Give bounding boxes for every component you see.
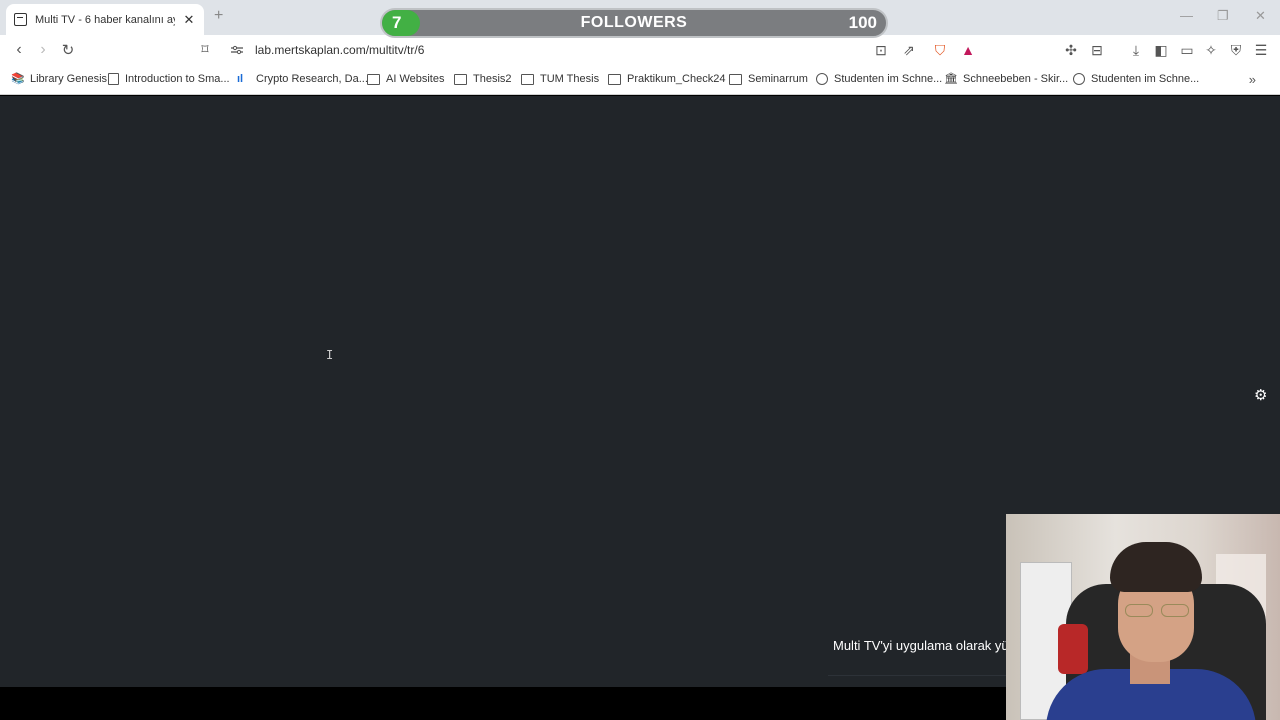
- minimize-icon[interactable]: —: [1180, 8, 1193, 23]
- book-icon: 📚: [11, 72, 25, 85]
- window-close-icon[interactable]: ✕: [1255, 8, 1266, 24]
- chart-icon: ıl: [237, 72, 244, 85]
- bookmark-label: Crypto Research, Da...: [256, 73, 368, 85]
- tab-close-icon[interactable]: ✕: [182, 12, 196, 28]
- folder-icon: [608, 73, 621, 85]
- bookmark-label: Studenten im Schne...: [1091, 73, 1200, 85]
- bookmark-label: Praktikum_Check24: [627, 73, 726, 85]
- bookmark-label: Thesis2: [473, 73, 512, 85]
- url-text: lab.mertskaplan.com/multitv/tr/6: [255, 43, 425, 57]
- extensions-icon[interactable]: ✣: [1063, 42, 1079, 58]
- building-icon: 🏛: [944, 72, 958, 85]
- address-bar[interactable]: lab.mertskaplan.com/multitv/tr/6: [222, 38, 984, 63]
- share-icon[interactable]: ⇗: [901, 42, 917, 58]
- bookmark-label: Library Genesis: [30, 73, 108, 85]
- bookmark-item[interactable]: TUM Thesis: [521, 73, 599, 85]
- settings-gear-icon[interactable]: ⚙: [1254, 386, 1267, 404]
- text-cursor-icon: I: [326, 348, 334, 362]
- webcam-chair-accent: [1058, 624, 1088, 674]
- site-settings-icon[interactable]: [231, 45, 243, 55]
- webcam-overlay: [1006, 514, 1280, 720]
- bookmark-label: Studenten im Schne...: [834, 73, 943, 85]
- bookmark-label: Seminarrum: [748, 73, 808, 85]
- bookmark-icon[interactable]: ⌑: [196, 41, 214, 58]
- doc-icon: [108, 73, 119, 85]
- bookmark-item[interactable]: Seminarrum: [729, 73, 808, 85]
- restore-icon[interactable]: ❐: [1217, 8, 1229, 24]
- bookmarks-bar: 📚 Library Genesis Introduction to Sma...…: [0, 66, 1280, 95]
- webcam-person-glasses: [1123, 604, 1191, 618]
- bookmark-item[interactable]: Studenten im Schne...: [1073, 73, 1199, 85]
- followers-label: FOLLOWERS: [580, 14, 688, 31]
- folder-icon: [729, 73, 742, 85]
- leo-ai-icon[interactable]: ✧: [1203, 42, 1219, 58]
- bookmark-item[interactable]: Thesis2: [454, 73, 512, 85]
- bookmark-label: Schneebeben - Skir...: [963, 73, 1069, 85]
- bookmark-item[interactable]: Studenten im Schne...: [816, 73, 942, 85]
- bookmark-item[interactable]: Introduction to Sma...: [108, 73, 230, 85]
- bookmark-label: Introduction to Sma...: [125, 73, 230, 85]
- download-icon[interactable]: ⤓: [1128, 42, 1144, 58]
- folder-icon: [521, 73, 534, 85]
- bookmark-item[interactable]: 🏛 Schneebeben - Skir...: [944, 73, 1068, 85]
- bookmark-label: TUM Thesis: [540, 73, 600, 85]
- vpn-icon[interactable]: ⛨: [1228, 42, 1244, 58]
- wallet-icon[interactable]: ▭: [1179, 42, 1195, 58]
- folder-icon: [367, 73, 380, 85]
- webcam-person-hair: [1110, 542, 1202, 592]
- brave-rewards-icon[interactable]: ▲: [960, 42, 976, 58]
- menu-icon[interactable]: ☰: [1253, 42, 1269, 58]
- bookmark-item[interactable]: 📚 Library Genesis: [11, 73, 107, 85]
- more-bookmarks-icon[interactable]: »: [1249, 72, 1256, 87]
- forward-icon[interactable]: ›: [34, 41, 52, 59]
- install-app-prompt[interactable]: Multi TV'yi uygulama olarak yü: [833, 638, 1009, 653]
- new-tab-icon[interactable]: +: [214, 7, 223, 25]
- screenshot-icon[interactable]: ⊟: [1089, 42, 1105, 58]
- bookmark-item[interactable]: ıl Crypto Research, Da...: [237, 73, 368, 85]
- screen: Multi TV - 6 haber kanalını aynı ✕ + — ❐…: [0, 0, 1280, 720]
- calendar-favicon-icon: [14, 13, 27, 26]
- bookmark-item[interactable]: Praktikum_Check24: [608, 73, 725, 85]
- brave-shields-icon[interactable]: ⛉: [932, 42, 948, 58]
- active-tab[interactable]: Multi TV - 6 haber kanalını aynı ✕: [6, 4, 204, 35]
- sidebar-icon[interactable]: ◧: [1153, 42, 1169, 58]
- followers-goal: 100: [848, 13, 877, 32]
- install-app-icon[interactable]: ⊡: [873, 42, 889, 58]
- globe-icon: [1073, 73, 1085, 85]
- reload-icon[interactable]: ↻: [59, 41, 77, 59]
- globe-icon: [816, 73, 828, 85]
- divider: [828, 675, 1008, 676]
- bookmark-label: AI Websites: [386, 73, 445, 85]
- back-icon[interactable]: ‹: [10, 41, 28, 59]
- folder-icon: [454, 73, 467, 85]
- bookmark-item[interactable]: AI Websites: [367, 73, 445, 85]
- browser-toolbar: ‹ › ↻ ⌑ lab.mertskaplan.com/multitv/tr/6…: [0, 35, 1280, 66]
- tab-title: Multi TV - 6 haber kanalını aynı: [35, 13, 175, 26]
- followers-goal-widget: 7 FOLLOWERS 100: [380, 8, 888, 38]
